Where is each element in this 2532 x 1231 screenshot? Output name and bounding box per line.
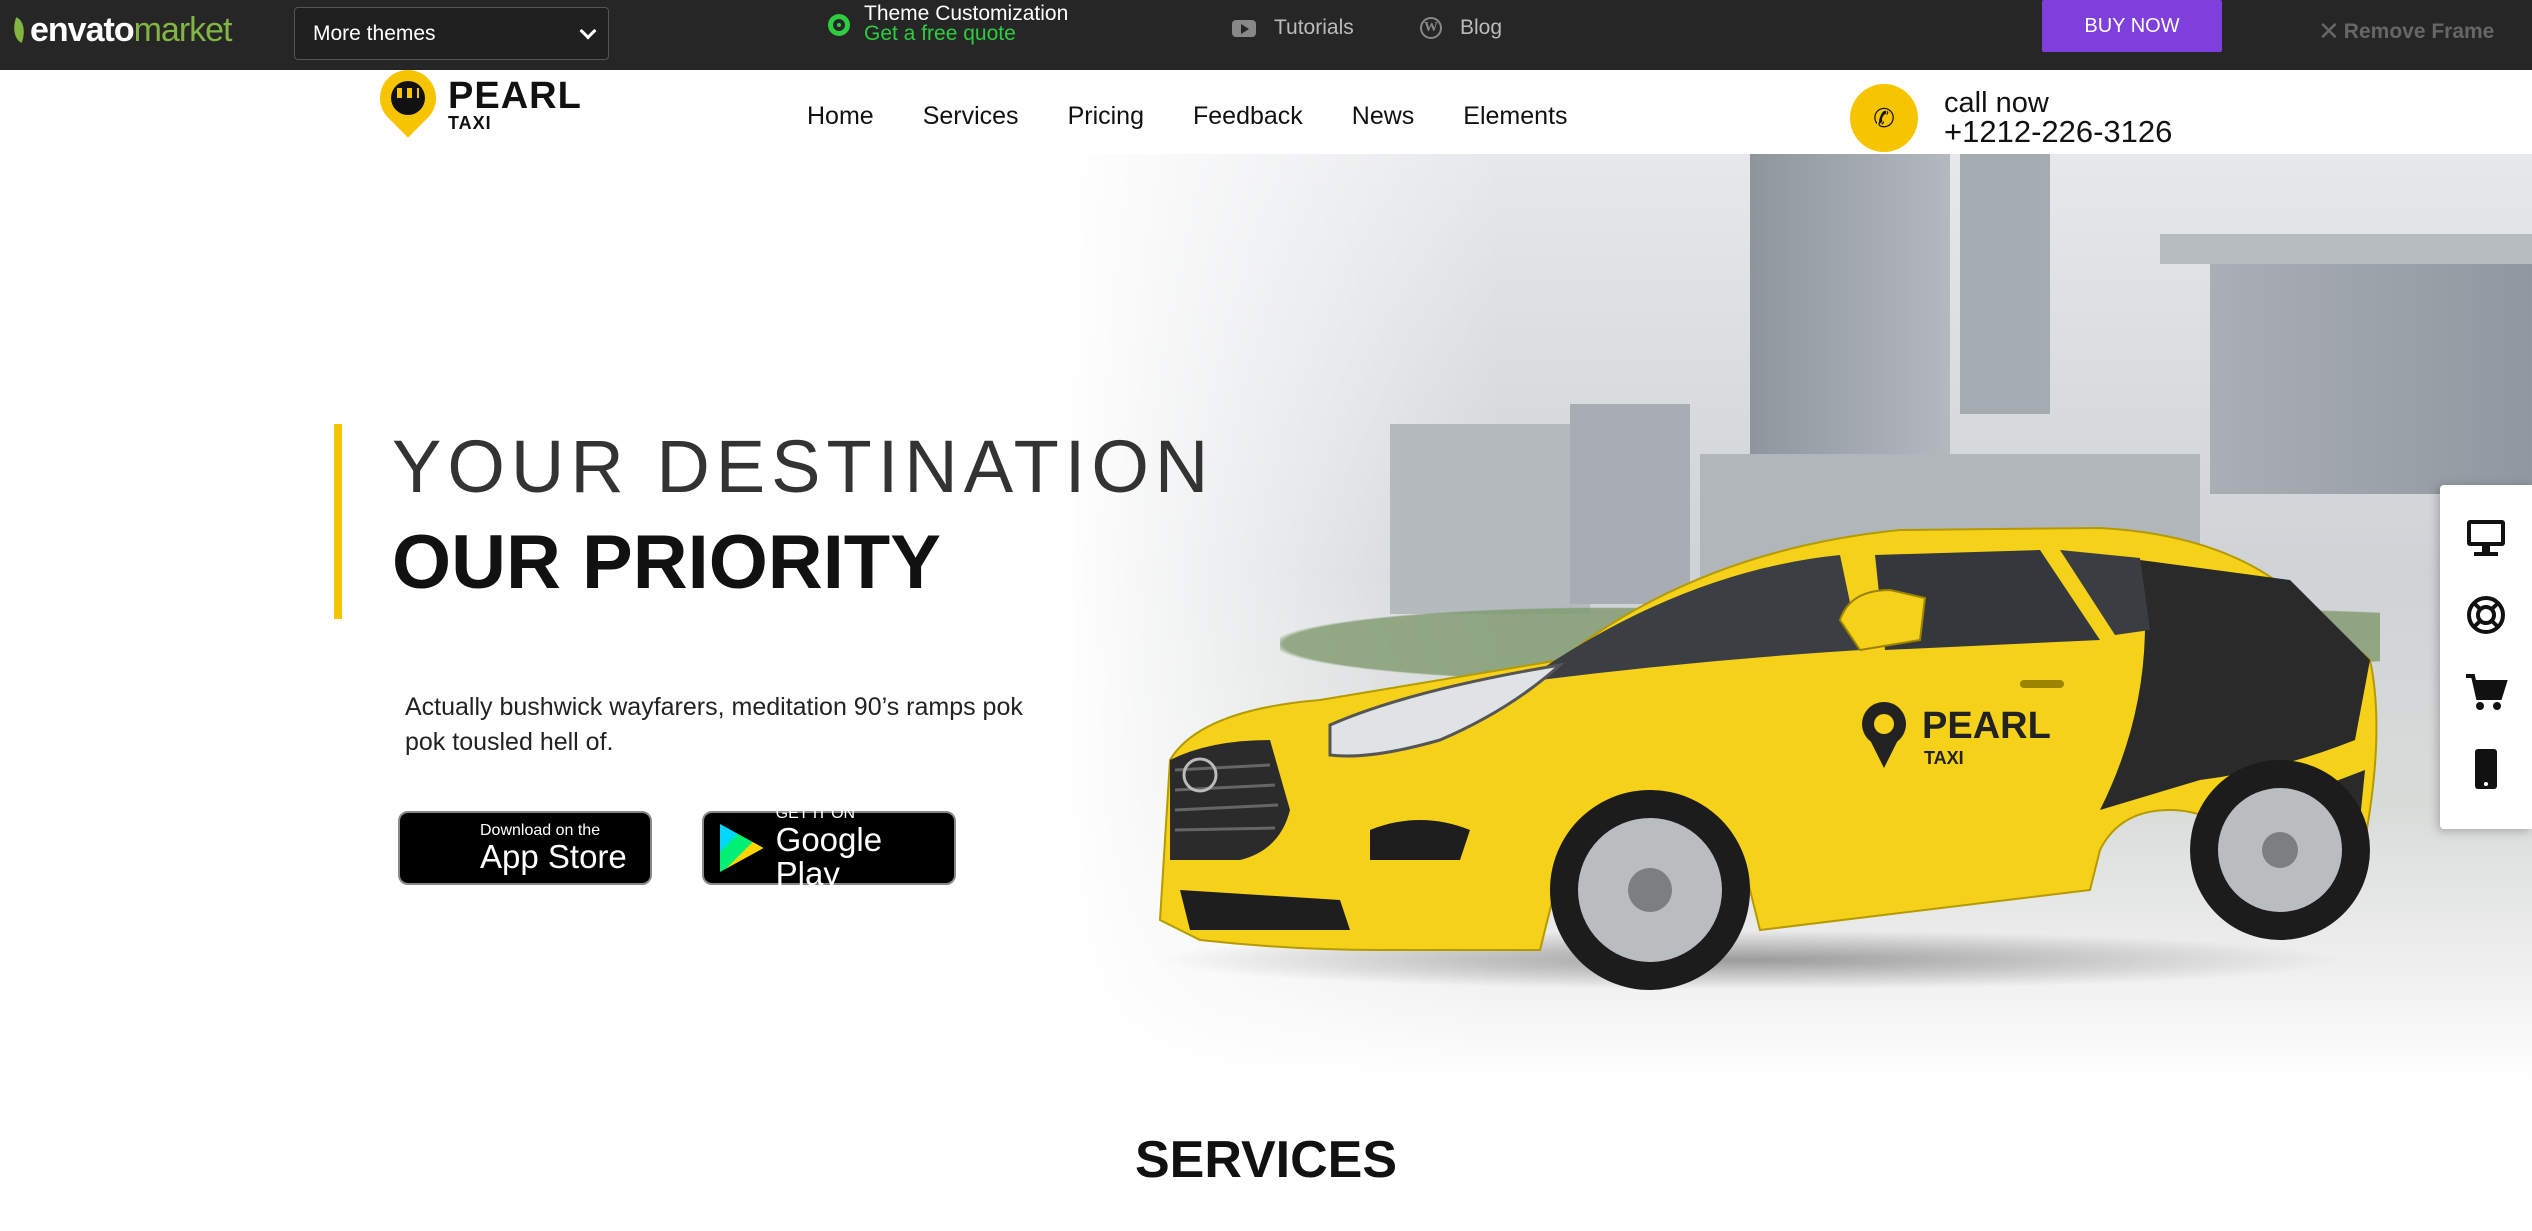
- envato-market-logo[interactable]: envato market: [8, 10, 233, 50]
- nav-services[interactable]: Services: [923, 102, 1019, 131]
- site-header: PEARL TAXI Home Services Pricing Feedbac…: [0, 58, 2532, 154]
- hero-heading-line1: YOUR DESTINATION: [392, 425, 1215, 508]
- nav-pricing[interactable]: Pricing: [1068, 102, 1144, 131]
- envato-leaf-icon: [8, 17, 30, 43]
- blog-link[interactable]: W Blog: [1420, 16, 1502, 40]
- taxi-car-image: PEARL TAXI: [1158, 526, 2378, 990]
- logo-title: PEARL: [448, 75, 582, 117]
- cart-icon[interactable]: [2464, 670, 2508, 714]
- call-now-block[interactable]: ✆ call now +1212-226-3126: [1850, 84, 2172, 152]
- google-play-button[interactable]: GET IT ON Google Play: [702, 805, 956, 891]
- pearl-taxi-logo[interactable]: PEARL TAXI: [368, 58, 582, 144]
- theme-customization-link[interactable]: Theme Customization Get a free quote: [828, 2, 1069, 45]
- tutorials-label: Tutorials: [1274, 16, 1354, 39]
- phone-icon: ✆: [1850, 84, 1918, 152]
- more-themes-label: More themes: [313, 21, 436, 45]
- nav-news[interactable]: News: [1352, 102, 1415, 131]
- desktop-icon[interactable]: [2464, 515, 2508, 559]
- remove-frame-button[interactable]: ✕ Remove Frame: [2318, 16, 2494, 47]
- mobile-icon[interactable]: [2464, 747, 2508, 791]
- appstore-big-label: App Store: [480, 838, 627, 875]
- main-nav: Home Services Pricing Feedback News Elem…: [807, 102, 1617, 131]
- blog-label: Blog: [1460, 16, 1503, 39]
- side-tools-panel: [2440, 485, 2532, 829]
- services-heading: SERVICES: [1134, 1131, 1398, 1189]
- theme-customization-label: Theme Customization: [864, 2, 1069, 25]
- buy-now-button[interactable]: BUY NOW: [2042, 0, 2222, 52]
- app-store-button[interactable]: Download on the App Store: [398, 811, 652, 885]
- google-play-icon: [720, 824, 764, 872]
- accent-bar: [334, 424, 342, 619]
- car-logo-title: PEARL: [1922, 705, 2051, 747]
- lifebuoy-icon[interactable]: [2464, 593, 2508, 637]
- nav-home[interactable]: Home: [807, 102, 874, 131]
- call-label: call now: [1944, 87, 2049, 119]
- wordpress-icon: W: [1420, 17, 1442, 39]
- chevron-down-icon: [579, 22, 597, 40]
- tutorials-link[interactable]: Tutorials: [1232, 16, 1354, 40]
- gear-icon: [828, 14, 850, 36]
- hero-heading-line2: OUR PRIORITY: [392, 520, 941, 605]
- googleplay-big-label: Google Play: [775, 821, 883, 892]
- nav-elements[interactable]: Elements: [1463, 102, 1567, 131]
- hero-paragraph: Actually bushwick wayfarers, meditation …: [405, 693, 1023, 756]
- logo-text-market: market: [133, 10, 233, 49]
- close-icon: ✕: [2318, 16, 2340, 46]
- envato-topbar: envato market More themes Theme Customiz…: [0, 0, 2532, 70]
- car-logo-subtitle: TAXI: [1924, 748, 1964, 768]
- logo-text-envato: envato: [30, 10, 135, 49]
- nav-feedback[interactable]: Feedback: [1193, 102, 1303, 131]
- more-themes-dropdown[interactable]: More themes: [294, 7, 609, 60]
- youtube-icon: [1232, 19, 1256, 37]
- call-number: +1212-226-3126: [1944, 114, 2173, 149]
- free-quote-label: Get a free quote: [864, 22, 1016, 45]
- location-pin-icon: [368, 58, 448, 144]
- remove-frame-label: Remove Frame: [2343, 19, 2495, 43]
